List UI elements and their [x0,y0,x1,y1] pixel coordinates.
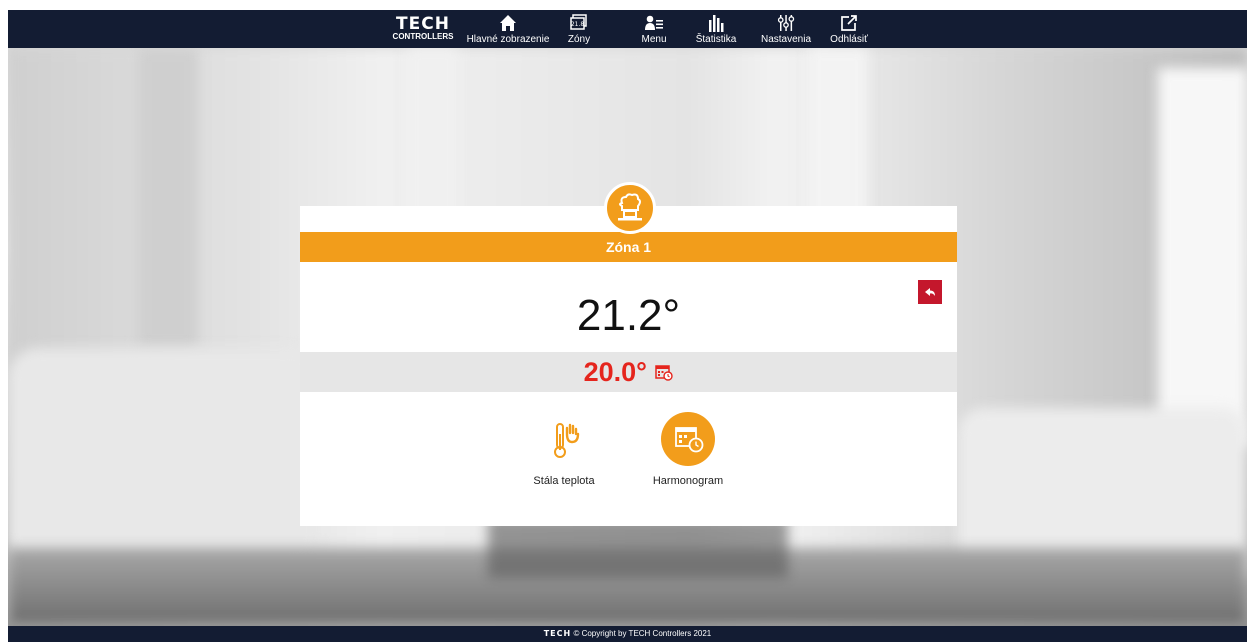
nav-statistics[interactable]: Štatistika [692,14,740,46]
footer: TECH © Copyright by TECH Controllers 202… [8,626,1247,642]
nav-label: Nastavenia [760,34,812,45]
zones-icon: 21.8 [570,14,587,30]
top-strip [0,0,1247,10]
nav-label: Odhlásiť [830,34,868,45]
footer-copyright: © Copyright by TECH Controllers 2021 [573,629,712,638]
nav-main-view[interactable]: Hlavné zobrazenie [465,14,551,46]
nav-label: Zóny [567,34,591,45]
mode-label: Harmonogram [652,475,724,487]
nav-logout[interactable]: Odhlásiť [826,14,872,46]
current-temperature: 21.2° [576,291,681,340]
mode-schedule[interactable]: Harmonogram [640,412,736,487]
zone-card: Zóna 1 21.2° 20.0° Stála teplota Harmono… [300,182,957,526]
nav-label: Hlavné zobrazenie [466,34,550,45]
calendar-clock-icon [661,412,715,466]
kitchen-icon [604,182,656,234]
statistics-icon [709,15,724,32]
nav-label: Štatistika [695,34,737,45]
svg-text:21.8: 21.8 [571,21,585,28]
nav-zones[interactable]: 21.8 Zóny [564,14,594,46]
schedule-calendar-icon [655,365,674,381]
mode-constant-temperature[interactable]: Stála teplota [526,412,602,487]
set-temperature: 20.0° [583,357,647,387]
thermometer-hand-icon [554,423,580,458]
tech-logo[interactable]: TECH CONTROLLERS [388,16,458,42]
nav-label: Menu [641,34,667,45]
footer-logo: TECH [543,629,572,638]
nav-menu[interactable]: Menu [634,14,674,46]
mode-label: Stála teplota [533,475,595,487]
logout-icon [841,15,857,31]
nav-settings[interactable]: Nastavenia [758,14,814,46]
home-icon [500,15,516,31]
top-navbar: TECH CONTROLLERS Hlavné zobrazenie 21.8 … [8,10,1247,48]
set-temperature-row: 20.0° [300,352,957,392]
menu-icon [645,15,663,30]
settings-icon [777,15,795,31]
zone-title: Zóna 1 [300,232,957,262]
